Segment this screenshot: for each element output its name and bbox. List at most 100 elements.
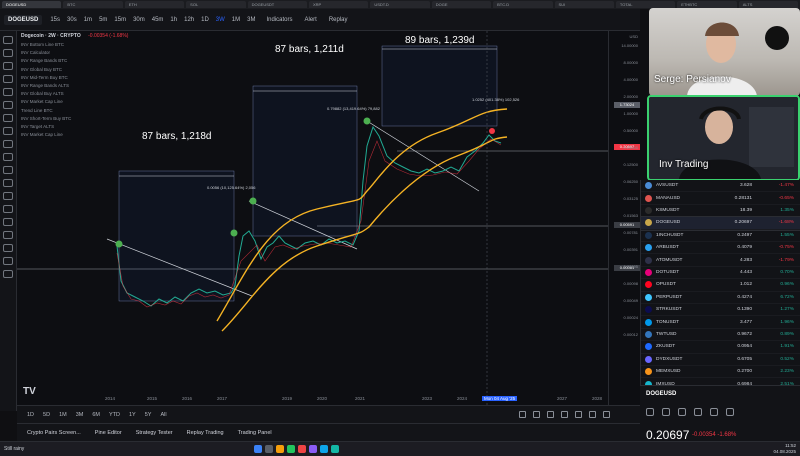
measure-icon[interactable]	[3, 140, 13, 148]
star-icon[interactable]	[3, 231, 13, 239]
replay-button[interactable]: Replay	[326, 15, 351, 25]
indicator-item[interactable]: INV Market Cap Line	[21, 131, 71, 139]
notes-icon[interactable]	[694, 408, 702, 416]
pattern-icon[interactable]	[3, 101, 13, 109]
trendline-icon[interactable]	[547, 411, 554, 418]
browser-tab[interactable]: USDT.D	[370, 1, 430, 8]
tree-icon[interactable]	[3, 218, 13, 226]
watchlist-row[interactable]: ATOMUSDT 4.283 -1.79%	[641, 254, 800, 267]
symbol-search-button[interactable]: DOGEUSD	[4, 14, 43, 25]
watchlist-row[interactable]: MANAUSD 0.28131 -0.65%	[641, 192, 800, 205]
explorer-icon[interactable]	[276, 445, 285, 453]
timeframe-30s[interactable]: 30s	[65, 16, 79, 24]
alert-icon[interactable]	[646, 408, 654, 416]
indicator-item[interactable]: INV Range Bands BTC	[21, 57, 71, 65]
indicator-item[interactable]: INV Calculator	[21, 49, 71, 57]
watchlist-row[interactable]: 1INCHUSDT 0.2497 1.55%	[641, 230, 800, 242]
more-icon[interactable]	[726, 408, 734, 416]
timeframe-15m[interactable]: 15m	[112, 16, 128, 24]
range-6m[interactable]: 6M	[90, 411, 102, 419]
bottom-tab[interactable]: Strategy Tester	[136, 430, 173, 436]
measure-icon[interactable]	[519, 411, 526, 418]
indicator-item[interactable]: INV Short-Term Buy BTC	[21, 115, 71, 123]
range-all[interactable]: All	[158, 411, 168, 419]
watchlist-row[interactable]: TONUSDT 3.477 1.96%	[641, 316, 800, 329]
forecast-icon[interactable]	[3, 114, 13, 122]
details-symbol[interactable]: DOGEUSD	[646, 391, 676, 397]
fib-icon[interactable]	[561, 411, 568, 418]
watchlist-row[interactable]: PERPUSDT 0.4274 6.72%	[641, 292, 800, 304]
app-icon[interactable]	[298, 445, 307, 453]
chart-icon[interactable]	[662, 408, 670, 416]
watchlist-row[interactable]: DYDXUSDT 0.6705 0.52%	[641, 354, 800, 366]
chrome-icon[interactable]	[287, 445, 296, 453]
timeframe-3M[interactable]: 3M	[245, 16, 257, 24]
browser-tab[interactable]: DOGE	[431, 1, 492, 8]
alert-button[interactable]: Alert	[302, 15, 320, 25]
watchlist-row[interactable]: TWTUSD 0.9672 0.89%	[641, 329, 800, 342]
watchlist-row[interactable]: DOGEUSD 0.20697 -1.68%	[640, 216, 800, 231]
lock-icon[interactable]	[603, 411, 610, 418]
watchlist-row[interactable]: ZKUSDT 0.0954 1.91%	[641, 341, 800, 354]
browser-tab[interactable]: SOL	[186, 1, 246, 8]
browser-tab[interactable]: SUI	[554, 1, 614, 8]
layers-icon[interactable]	[3, 270, 13, 278]
app-icon[interactable]	[331, 445, 340, 453]
watchlist-row[interactable]: MEMXUSD 0.2700 2.23%	[641, 366, 800, 379]
browser-tab[interactable]: DOGEUSDT	[247, 1, 307, 8]
range-5d[interactable]: 5D	[41, 411, 52, 419]
indicator-item[interactable]: INV Global Buy BTC	[21, 66, 71, 74]
timeframe-15s[interactable]: 15s	[48, 16, 62, 24]
browser-tab[interactable]: BTC	[63, 1, 123, 8]
settings-icon[interactable]	[3, 244, 13, 252]
crosshair-icon[interactable]	[3, 36, 13, 44]
text-icon[interactable]	[3, 88, 13, 96]
range-ytd[interactable]: YTD	[107, 411, 122, 419]
timeframe-12h[interactable]: 12h	[182, 16, 196, 24]
app-icon[interactable]	[320, 445, 329, 453]
indicators-button[interactable]: Indicators	[263, 15, 295, 25]
trendline-icon[interactable]	[3, 49, 13, 57]
edit-icon[interactable]	[678, 408, 686, 416]
timeframe-1M[interactable]: 1M	[230, 16, 242, 24]
bottom-tab[interactable]: Trading Panel	[238, 430, 272, 436]
indicator-item[interactable]: Trend Line BTC	[21, 107, 71, 115]
search-icon[interactable]	[265, 445, 274, 453]
range-3m[interactable]: 3M	[74, 411, 86, 419]
bottom-tab[interactable]: Pine Editor	[95, 430, 122, 436]
bottom-tab[interactable]: Replay Trading	[187, 430, 224, 436]
visibility-icon[interactable]	[3, 257, 13, 265]
eye-icon[interactable]	[3, 192, 13, 200]
watchlist-row[interactable]: OPUSDT 1.012 0.96%	[641, 279, 800, 292]
range-1y[interactable]: 1Y	[127, 411, 138, 419]
timeframe-30m[interactable]: 30m	[131, 16, 147, 24]
timeframe-1D[interactable]: 1D	[199, 16, 211, 24]
lock-icon[interactable]	[3, 179, 13, 187]
watchlist-row[interactable]: STRKUSDT 0.1390 1.27%	[641, 304, 800, 317]
zoom-icon[interactable]	[3, 153, 13, 161]
ruler-icon[interactable]	[589, 411, 596, 418]
magnet-icon[interactable]	[3, 166, 13, 174]
shapes-icon[interactable]	[3, 127, 13, 135]
browser-tab[interactable]: ETHBTC	[677, 1, 737, 8]
watchlist-row[interactable]: KSMUSDT 18.39 1.35%	[641, 205, 800, 218]
indicator-item[interactable]: INV Range Bands ALTS	[21, 82, 71, 90]
timeframe-3W[interactable]: 3W	[214, 16, 227, 24]
browser-tab[interactable]: ALTS	[738, 1, 799, 8]
indicator-item[interactable]: INV Target ALTS	[21, 123, 71, 131]
browser-tab[interactable]: XRP	[308, 1, 369, 8]
timeframe-1h[interactable]: 1h	[168, 16, 179, 24]
indicator-item[interactable]: INV Global Buy ALTS	[21, 90, 71, 98]
indicator-item[interactable]: INV Market Cap Line	[21, 98, 71, 106]
timeframe-45m[interactable]: 45m	[150, 16, 166, 24]
price-scale[interactable]: USD 1.73024 0.20697 0.00591 0.00081 14.0…	[608, 31, 640, 405]
watchlist-row[interactable]: DOTUSDT 4.443 0.70%	[641, 267, 800, 280]
start-icon[interactable]	[254, 445, 263, 453]
trash-icon[interactable]	[3, 205, 13, 213]
text-icon[interactable]	[575, 411, 582, 418]
app-icon[interactable]	[309, 445, 318, 453]
fib-icon[interactable]	[3, 62, 13, 70]
browser-tab[interactable]: BTC.D	[493, 1, 553, 8]
brush-icon[interactable]	[3, 75, 13, 83]
time-axis[interactable]: 2014 2015 2016 2017 2019 2020 2021 2023 2024 Mon …	[17, 394, 608, 405]
